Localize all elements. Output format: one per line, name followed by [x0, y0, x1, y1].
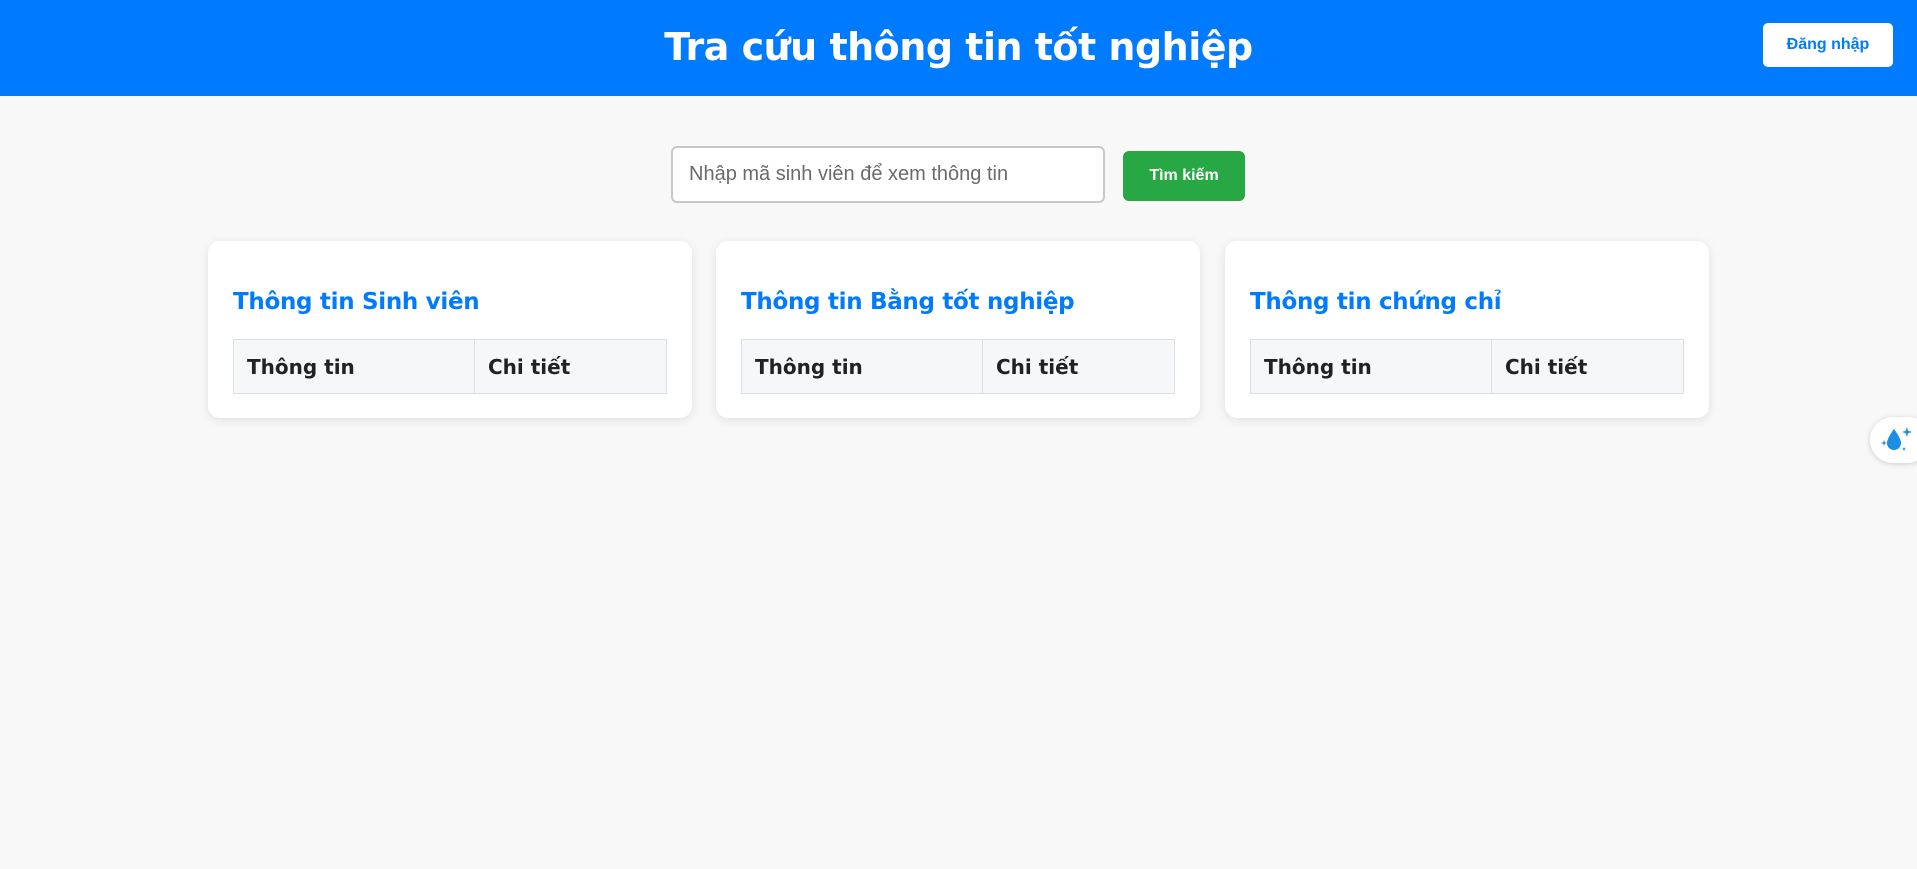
- student-id-search-input[interactable]: [671, 146, 1105, 203]
- login-button[interactable]: Đăng nhập: [1763, 23, 1893, 67]
- water-drop-sparkle-icon: [1881, 427, 1912, 451]
- degree-info-table: Thông tin Chi tiết: [741, 339, 1175, 394]
- search-button[interactable]: Tìm kiếm: [1123, 151, 1245, 201]
- page-title: Tra cứu thông tin tốt nghiệp: [664, 25, 1253, 69]
- student-info-card: Thông tin Sinh viên Thông tin Chi tiết: [208, 241, 692, 418]
- column-header-info: Thông tin: [233, 339, 475, 394]
- table-header-row: Thông tin Chi tiết: [233, 339, 667, 394]
- column-header-detail: Chi tiết: [1491, 339, 1684, 394]
- table-header-row: Thông tin Chi tiết: [1250, 339, 1684, 394]
- column-header-info: Thông tin: [1250, 339, 1492, 394]
- table-header-row: Thông tin Chi tiết: [741, 339, 1175, 394]
- column-header-detail: Chi tiết: [474, 339, 667, 394]
- column-header-detail: Chi tiết: [982, 339, 1175, 394]
- degree-info-card: Thông tin Bằng tốt nghiệp Thông tin Chi …: [716, 241, 1200, 418]
- certificate-info-table: Thông tin Chi tiết: [1250, 339, 1684, 394]
- column-header-info: Thông tin: [741, 339, 983, 394]
- floating-widget-button[interactable]: [1870, 417, 1917, 463]
- top-header: Tra cứu thông tin tốt nghiệp Đăng nhập: [0, 0, 1917, 96]
- certificate-info-title: Thông tin chứng chỉ: [1250, 289, 1502, 315]
- certificate-info-card: Thông tin chứng chỉ Thông tin Chi tiết: [1225, 241, 1709, 418]
- student-info-title: Thông tin Sinh viên: [233, 289, 480, 315]
- student-info-table: Thông tin Chi tiết: [233, 339, 667, 394]
- degree-info-title: Thông tin Bằng tốt nghiệp: [741, 289, 1075, 315]
